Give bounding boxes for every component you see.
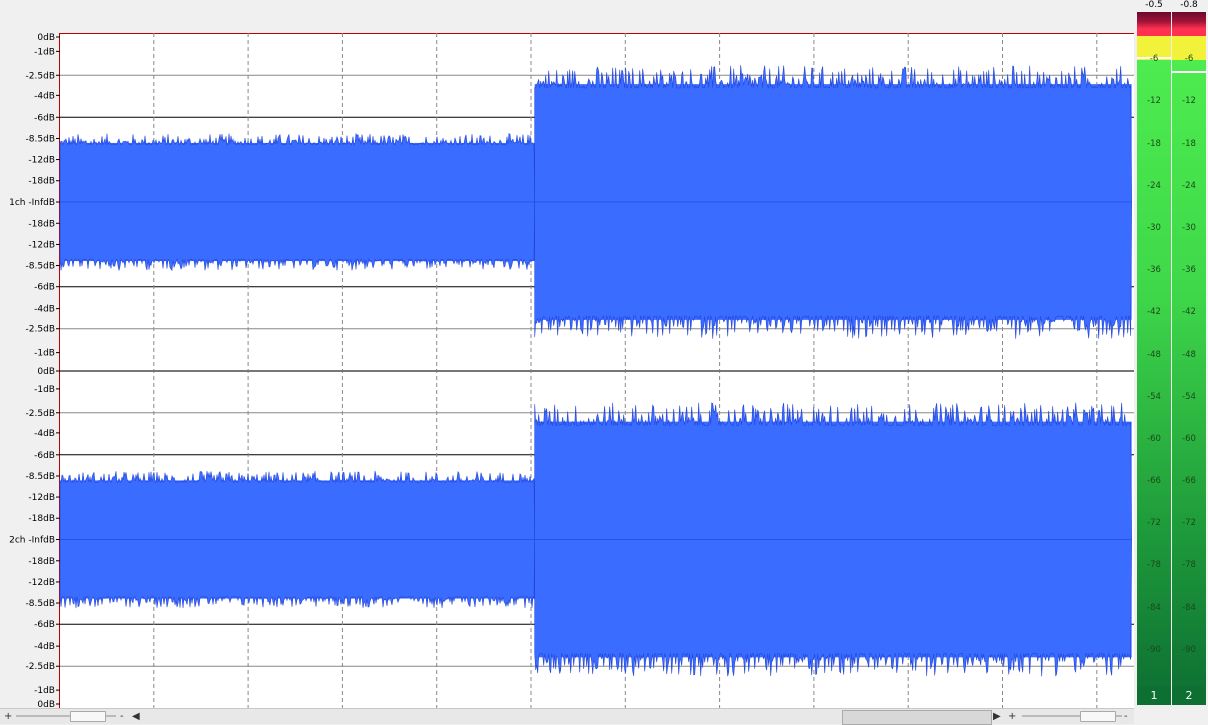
db-label: -4dB xyxy=(34,429,55,439)
db-label: -18dB xyxy=(28,557,55,567)
db-label: -6dB xyxy=(34,283,55,293)
meter-scale-label: -66 xyxy=(1172,476,1206,486)
meter-scale-label: -84 xyxy=(1137,603,1171,613)
meter-scale-label: -18 xyxy=(1172,139,1206,149)
meter-2-channel-label: 2 xyxy=(1172,687,1206,705)
channel-2-label: 2ch -InfdB xyxy=(9,536,55,546)
scroll-left-button[interactable]: ◀ xyxy=(132,709,140,724)
meter-1-clip-zone xyxy=(1137,12,1171,36)
meter-scale-label: -42 xyxy=(1137,307,1171,317)
zoom-out-vertical-button[interactable]: - xyxy=(120,709,124,724)
db-label: -1dB xyxy=(34,47,55,57)
meter-scale-label: -6 xyxy=(1172,54,1206,64)
db-label: -6dB xyxy=(34,451,55,461)
db-label: -8.5dB xyxy=(26,134,55,144)
db-label: -12dB xyxy=(28,578,55,588)
db-label: -2.5dB xyxy=(26,409,55,419)
meter-scale-label: -24 xyxy=(1137,181,1171,191)
meter-scale-label: -60 xyxy=(1137,434,1171,444)
db-label: -12dB xyxy=(28,493,55,503)
db-label: -4dB xyxy=(34,91,55,101)
db-label: -18dB xyxy=(28,514,55,524)
meter-scale-label: -54 xyxy=(1137,392,1171,402)
horizontal-zoom-knob[interactable] xyxy=(1080,711,1116,722)
level-meters: -0.5 -0.8 1 2 -6 -6 -12 -12 -18 -18 -24 -24 -30-… xyxy=(1134,0,1208,723)
waveform-upper-edge xyxy=(534,65,1132,203)
meter-scale-label: -12 xyxy=(1172,96,1206,106)
zoom-in-vertical-button[interactable]: + xyxy=(4,709,12,724)
meter-scale-label: -6 xyxy=(1137,54,1171,64)
meter-scale-label: -48 xyxy=(1137,350,1171,360)
meter-scale-label: -24 xyxy=(1172,181,1206,191)
meter-scale-label: -78 xyxy=(1172,560,1206,570)
waveform-lower-edge xyxy=(59,539,536,609)
meter-1-peak-readout: -0.5 xyxy=(1145,0,1163,10)
db-label: -4dB xyxy=(34,305,55,315)
zoom-out-horizontal-button[interactable]: - xyxy=(1124,709,1128,724)
scroll-right-button[interactable]: ▶ xyxy=(993,709,1001,724)
db-label: 0dB xyxy=(37,33,55,43)
meter-scale-label: -48 xyxy=(1172,350,1206,360)
waveform-lower-edge xyxy=(534,539,1132,677)
db-label: -18dB xyxy=(28,219,55,229)
waveform-view[interactable]: 0dB -1dB -2.5dB -4dB -6dB -8.5dB -12dB -18dB 1ch… xyxy=(0,0,1134,708)
db-label: 0dB xyxy=(37,700,55,708)
meter-scale-label: -78 xyxy=(1137,560,1171,570)
meter-2-peak-readout: -0.8 xyxy=(1180,0,1198,10)
db-label: -18dB xyxy=(28,177,55,187)
db-label: -4dB xyxy=(34,642,55,652)
meter-scale-label: -54 xyxy=(1172,392,1206,402)
meter-2-clip-zone xyxy=(1172,12,1206,36)
meter-scale-label: -18 xyxy=(1137,139,1171,149)
db-label: -2.5dB xyxy=(26,71,55,81)
db-label: -8.5dB xyxy=(26,599,55,609)
meter-scale-label: -30 xyxy=(1172,223,1206,233)
meter-scale-label: -84 xyxy=(1172,603,1206,613)
zoom-in-horizontal-button[interactable]: + xyxy=(1008,709,1016,724)
db-label: -12dB xyxy=(28,156,55,166)
meter-scale-label: -30 xyxy=(1137,223,1171,233)
meter-scale-label: -60 xyxy=(1172,434,1206,444)
db-label: -1dB xyxy=(34,385,55,395)
db-label: -8.5dB xyxy=(26,262,55,272)
db-label: -6dB xyxy=(34,113,55,123)
meter-scale-label: -12 xyxy=(1137,96,1171,106)
channel-1-label: 1ch -InfdB xyxy=(9,198,55,208)
meter-scale-label: -90 xyxy=(1172,645,1206,655)
db-label: 0dB xyxy=(37,367,55,377)
db-label: -2.5dB xyxy=(26,325,55,335)
status-bar: + - ◀ ▶ + - xyxy=(0,708,1134,725)
meter-scale-label: -72 xyxy=(1172,518,1206,528)
vertical-zoom-knob[interactable] xyxy=(70,711,106,722)
meter-1-channel-label: 1 xyxy=(1137,687,1171,705)
meter-scale-label: -36 xyxy=(1137,265,1171,275)
meter-scale-label: -66 xyxy=(1137,476,1171,486)
db-label: -8.5dB xyxy=(26,472,55,482)
db-label: -1dB xyxy=(34,686,55,696)
db-label: -6dB xyxy=(34,620,55,630)
meter-scale-label: -36 xyxy=(1172,265,1206,275)
meter-scale-label: -42 xyxy=(1172,307,1206,317)
db-label: -2.5dB xyxy=(26,662,55,672)
meter-scale-label: -72 xyxy=(1137,518,1171,528)
db-label: -12dB xyxy=(28,240,55,250)
meter-scale-label: -90 xyxy=(1137,645,1171,655)
meter-2-peak-hold xyxy=(1172,70,1206,73)
db-label: -1dB xyxy=(34,349,55,359)
